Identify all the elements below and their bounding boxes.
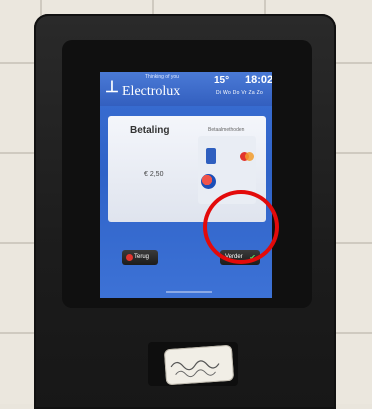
highlight-circle (203, 190, 279, 264)
payment-title: Betaling (130, 125, 170, 136)
top-bar: ⊥ Thinking of you Electrolux 15° 18:02 D… (100, 72, 272, 106)
weekday-row: Di Wo Do Vr Za Zo (216, 90, 264, 96)
temperature: 15° (214, 75, 230, 86)
back-button[interactable]: Terug (122, 250, 158, 265)
brand-name: Electrolux (122, 84, 181, 99)
back-button-label: Terug (134, 254, 150, 260)
back-icon (126, 254, 133, 261)
payment-amount: € 2,50 (144, 171, 164, 178)
kiosk-screen: ⊥ Thinking of you Electrolux 15° 18:02 D… (100, 72, 272, 298)
screen-footer-line (166, 291, 212, 293)
electrolux-logo-icon: ⊥ (105, 79, 119, 96)
brand-tagline: Thinking of you (145, 74, 179, 80)
maestro-icon[interactable] (240, 152, 254, 162)
card-icon[interactable] (206, 148, 216, 164)
clock: 18:02 (245, 74, 272, 86)
sticker-scribble (170, 360, 220, 378)
handwritten-sticker (163, 344, 235, 386)
contactless-card-icon[interactable] (201, 174, 216, 189)
payment-methods-label: Betaalmethoden (208, 127, 245, 133)
